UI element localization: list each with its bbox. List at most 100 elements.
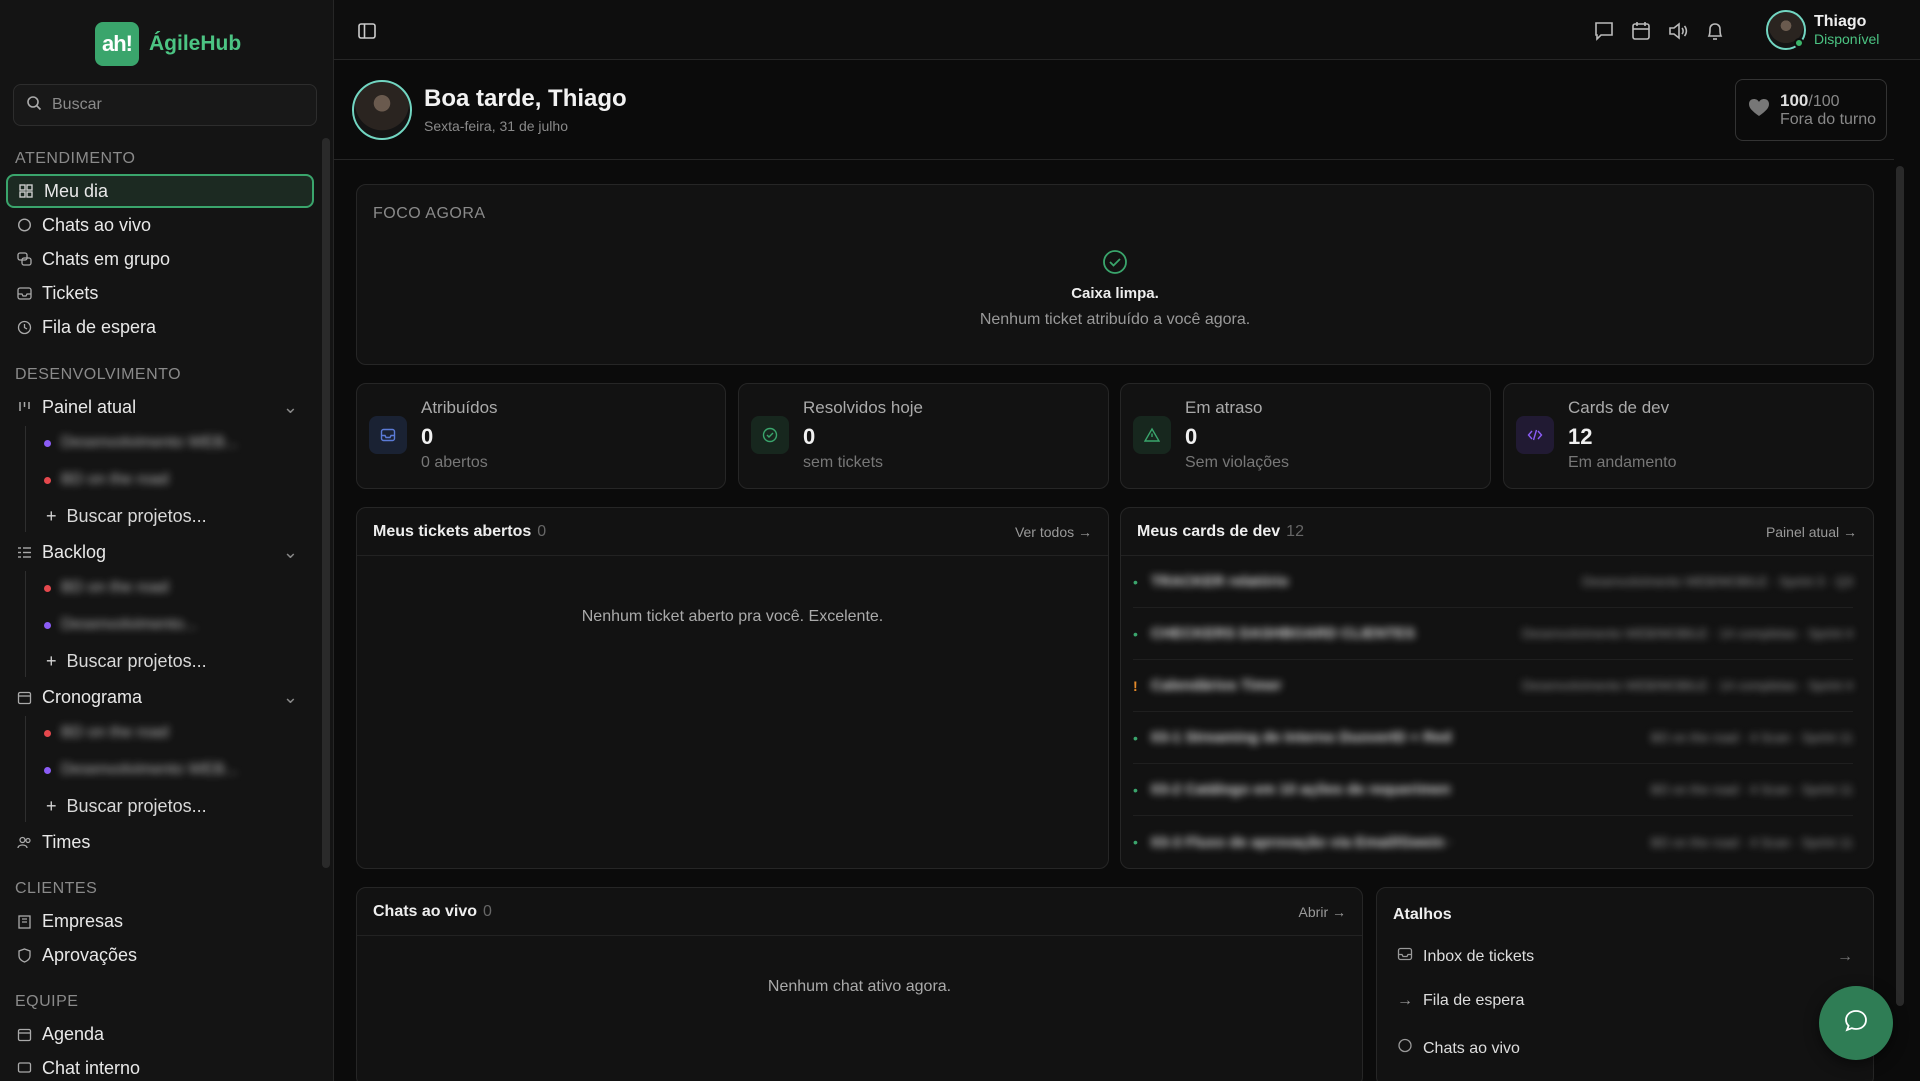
shortcut-inbox-de-tickets[interactable]: Inbox de tickets → — [1397, 946, 1853, 967]
empty-message: Nenhum ticket aberto pra você. Excelente… — [581, 608, 884, 625]
focus-card: FOCO AGORA Caixa limpa. Nenhum ticket at… — [356, 184, 1874, 365]
chevron-down-icon[interactable]: ⌄ — [283, 687, 298, 708]
stat-card-cards-de-dev[interactable]: Cards de dev 12 Em andamento — [1503, 383, 1874, 489]
stat-sub: Em andamento — [1568, 454, 1677, 471]
project-item[interactable]: Desenvolvimento... — [44, 610, 197, 640]
check-circle-icon — [751, 416, 789, 454]
shortcut-chats-ao-vivo[interactable]: Chats ao vivo — [1397, 1038, 1520, 1059]
dev-card-row[interactable]: • 03-3 Fluxo de aprovação via Email/Gwei… — [1133, 816, 1853, 868]
nav-empresas[interactable]: Empresas — [6, 904, 314, 938]
brand-logo[interactable]: ah! ÁgileHub — [95, 22, 241, 66]
link-label: Abrir — [1298, 904, 1329, 920]
painel-atual-link[interactable]: Painel atual → — [1766, 524, 1857, 540]
shortcuts-title: Atalhos — [1393, 906, 1452, 923]
nav-label: Fila de espera — [42, 316, 157, 337]
buscar-projetos-button[interactable]: + Buscar projetos... — [46, 646, 207, 676]
nav-label: Chat interno — [42, 1057, 141, 1078]
focus-message: Nenhum ticket atribuído a você agora. — [979, 311, 1251, 328]
main-scrollbar[interactable] — [1896, 166, 1904, 1006]
project-item[interactable]: Desenvolvimento WEB... — [44, 428, 238, 458]
section-equipe: EQUIPE — [15, 993, 79, 1010]
nav-cronograma[interactable]: Cronograma ⌄ — [6, 680, 314, 714]
panel-title: Chats ao vivo 0 — [373, 903, 492, 921]
nav-backlog[interactable]: Backlog ⌄ — [6, 535, 314, 569]
chevron-down-icon[interactable]: ⌄ — [283, 397, 298, 418]
dev-card-row[interactable]: • 03-2 Catálogo em 10 ações de requerime… — [1133, 764, 1853, 816]
users-icon — [16, 834, 32, 850]
nav-agenda[interactable]: Agenda — [6, 1017, 314, 1051]
add-label: Buscar projetos... — [66, 650, 207, 671]
plus-icon: + — [46, 650, 57, 671]
search-box[interactable] — [13, 84, 317, 126]
clock-icon — [16, 319, 32, 335]
empty-message: Nenhum chat ativo agora. — [767, 978, 952, 995]
nav-times[interactable]: Times — [6, 825, 314, 859]
buscar-projetos-button[interactable]: + Buscar projetos... — [46, 501, 207, 531]
dev-card-meta: BD on the road · 4 Scan · Sprint 11 — [1650, 730, 1853, 745]
tree-line — [25, 426, 26, 532]
dev-card-meta: Desenvolvimento WEB/MOBILE · 14 completa… — [1522, 626, 1853, 641]
dev-card-row[interactable]: • TRACKER relatório Desenvolvimento WEB/… — [1133, 556, 1853, 608]
project-item[interactable]: BD on the road — [44, 718, 169, 748]
nav-label: Chats em grupo — [42, 248, 171, 269]
volume-icon[interactable] — [1665, 18, 1691, 44]
dev-card-title: 03-1 Streaming de Interno DuoverID + Red… — [1151, 729, 1451, 746]
panel-title-text: Meus tickets abertos — [373, 523, 532, 540]
project-item[interactable]: BD on the road — [44, 573, 169, 603]
nav-chats-em-grupo[interactable]: Chats em grupo — [6, 242, 314, 276]
status-dot — [1794, 38, 1804, 48]
project-color-dot — [44, 439, 51, 447]
nav-meu-dia[interactable]: Meu dia — [6, 174, 314, 208]
search-icon — [26, 95, 42, 116]
shortcut-fila-de-espera[interactable]: → Fila de espera — [1397, 992, 1524, 1010]
stat-sub: Sem violações — [1185, 454, 1290, 471]
nav-painel-atual[interactable]: Painel atual ⌄ — [6, 390, 314, 424]
project-color-dot — [44, 729, 51, 737]
project-color-dot — [44, 621, 51, 629]
search-input[interactable] — [52, 96, 302, 114]
nav-label: Aprovações — [42, 944, 138, 965]
chevron-down-icon[interactable]: ⌄ — [283, 542, 298, 563]
buscar-projetos-button[interactable]: + Buscar projetos... — [46, 791, 207, 821]
abrir-link[interactable]: Abrir → — [1299, 904, 1346, 920]
chat-fab-button[interactable] — [1819, 986, 1893, 1060]
shortcut-label: Chats ao vivo — [1423, 1039, 1520, 1057]
link-label: Ver todos — [1014, 524, 1075, 540]
ver-todos-link[interactable]: Ver todos → — [1015, 524, 1092, 540]
dev-card-row[interactable]: • CHECKERS DASHBOARD CLIENTES Desenvolvi… — [1133, 608, 1853, 660]
stat-card-em-atraso[interactable]: Em atraso 0 Sem violações — [1120, 383, 1491, 489]
sidebar: ah! ÁgileHub ATENDIMENTO Meu dia Chats a… — [0, 0, 334, 1081]
project-item[interactable]: BD on the road — [44, 465, 169, 495]
calendar-icon[interactable] — [1628, 18, 1654, 44]
user-status: Disponível — [1814, 31, 1880, 47]
dev-cards-panel: Meus cards de dev 12 Painel atual → • TRA… — [1120, 507, 1874, 869]
nav-tickets[interactable]: Tickets — [6, 276, 314, 310]
dev-card-row[interactable]: ! Calendários Timer Desenvolvimento WEB/… — [1133, 660, 1853, 712]
nav-chat-interno[interactable]: Chat interno — [6, 1051, 314, 1081]
user-menu[interactable]: Thiago Disponível — [1766, 10, 1879, 50]
arrow-right-icon: → — [1078, 524, 1092, 540]
project-name: BD on the road — [61, 471, 169, 488]
nav-chats-ao-vivo[interactable]: Chats ao vivo — [6, 208, 314, 242]
panel-title: Meus cards de dev 12 — [1137, 523, 1304, 541]
dev-card-row[interactable]: • 03-1 Streaming de Interno DuoverID + R… — [1133, 712, 1853, 764]
project-item[interactable]: Desenvolvimento WEB... — [44, 755, 238, 785]
score-max: /100 — [1808, 93, 1840, 110]
nav-aprovacoes[interactable]: Aprovações — [6, 938, 314, 972]
panel-header: Chats ao vivo 0 Abrir → — [357, 888, 1362, 936]
panel-title: Meus tickets abertos 0 — [373, 523, 546, 541]
chat-bubble-icon — [1397, 1038, 1413, 1059]
nav-label: Tickets — [42, 282, 99, 303]
sidebar-toggle-icon[interactable] — [354, 18, 380, 44]
stat-card-atribuidos[interactable]: Atribuídos 0 0 abertos — [356, 383, 726, 489]
sidebar-scrollbar[interactable] — [322, 138, 330, 868]
nav-fila-de-espera[interactable]: Fila de espera — [6, 310, 314, 344]
nav-label: Empresas — [42, 910, 124, 931]
message-square-icon[interactable] — [1591, 18, 1617, 44]
stat-card-resolvidos[interactable]: Resolvidos hoje 0 sem tickets — [738, 383, 1109, 489]
bell-icon[interactable] — [1702, 18, 1728, 44]
stat-label: Atribuídos — [421, 398, 498, 417]
page-date: Sexta-feira, 31 de julho — [424, 118, 568, 134]
shift-score-card[interactable]: 100/100 Fora do turno — [1735, 79, 1887, 141]
arrow-right-icon: → — [1843, 524, 1857, 540]
